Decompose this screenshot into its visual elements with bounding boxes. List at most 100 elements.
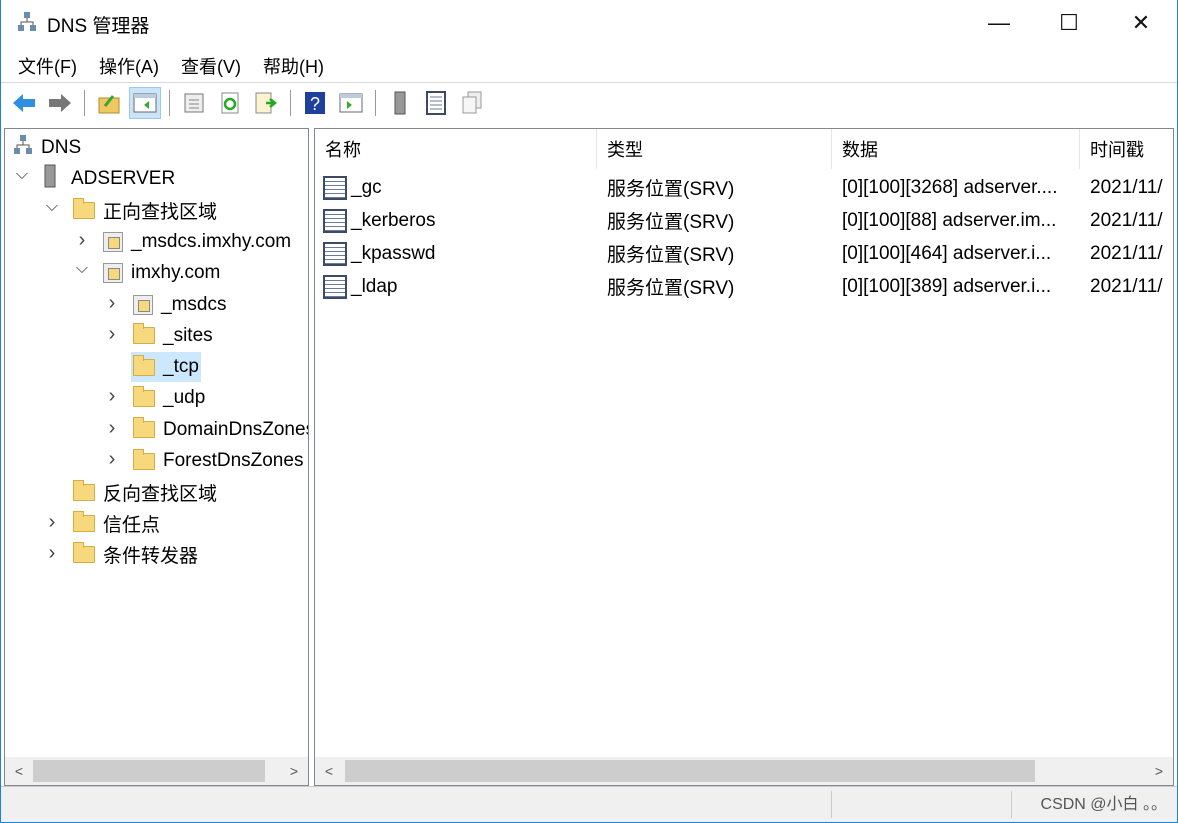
record-type: 服务位置(SRV) <box>607 237 734 270</box>
record-data: [0][100][389] adserver.i... <box>842 270 1051 303</box>
record-name-text: _gc <box>351 176 382 198</box>
tree-node-label: _tcp <box>163 356 199 378</box>
list-horizontal-scrollbar[interactable]: < > <box>315 757 1173 785</box>
back-icon[interactable] <box>8 87 40 119</box>
chevron-down-icon[interactable]: ⌵ <box>75 260 89 278</box>
chevron-right-icon[interactable]: › <box>75 229 89 252</box>
tree-node-label: DNS <box>41 137 82 158</box>
folder-icon <box>73 511 95 533</box>
chevron-right-icon[interactable]: › <box>105 385 119 408</box>
properties-icon[interactable] <box>178 87 210 119</box>
record-row[interactable]: _kpasswd 服务位置(SRV) [0][100][464] adserver.… <box>315 237 1173 270</box>
tree-node[interactable]: 信任点 <box>71 509 162 539</box>
tree-node[interactable]: DNS <box>11 133 83 163</box>
record-name: _gc <box>323 171 382 204</box>
show-hide-action-pane-icon[interactable] <box>335 87 367 119</box>
title-bar: DNS 管理器 — ☐ ✕ <box>1 0 1177 45</box>
record-data-text: [0][100][464] adserver.i... <box>842 242 1052 264</box>
chevron-right-icon[interactable]: › <box>105 323 119 346</box>
chevron-right-icon[interactable]: › <box>105 292 119 315</box>
zone-icon <box>103 231 123 252</box>
chevron-right-icon[interactable]: › <box>105 448 119 471</box>
close-button[interactable]: ✕ <box>1106 0 1176 45</box>
column-header-data[interactable]: 数据 <box>832 129 1080 169</box>
scrollbar-thumb[interactable] <box>33 760 265 782</box>
scroll-right-icon[interactable]: > <box>280 763 308 779</box>
tree-node[interactable]: _sites <box>131 321 215 351</box>
record-row[interactable]: _kerberos 服务位置(SRV) [0][100][88] adserver.… <box>315 204 1173 237</box>
chevron-right-icon[interactable]: › <box>45 511 59 534</box>
svg-text:?: ? <box>310 94 320 114</box>
scroll-right-icon[interactable]: > <box>1145 763 1173 779</box>
srv-record-icon <box>323 274 347 299</box>
tree-node[interactable]: _msdcs.imxhy.com <box>101 227 293 257</box>
record-list-icon[interactable] <box>420 87 452 119</box>
tree-node-label: ADSERVER <box>71 168 176 190</box>
zone-icon <box>103 263 123 284</box>
maximize-button[interactable]: ☐ <box>1034 0 1104 45</box>
copy-icon[interactable] <box>456 87 488 119</box>
chevron-right-icon[interactable]: › <box>105 417 119 440</box>
tree-node[interactable]: ForestDnsZones <box>131 446 305 476</box>
record-time-text: 2021/11/ <box>1090 275 1163 297</box>
scroll-left-icon[interactable]: < <box>5 763 33 779</box>
record-row[interactable]: _ldap 服务位置(SRV) [0][100][389] adserver.i..… <box>315 270 1173 303</box>
scroll-left-icon[interactable]: < <box>315 763 343 779</box>
folder-icon <box>73 198 95 220</box>
window-title: DNS 管理器 <box>47 16 150 37</box>
record-name: _kpasswd <box>323 237 436 270</box>
menu-help[interactable]: 帮助(H) <box>252 47 335 82</box>
menu-file[interactable]: 文件(F) <box>7 47 88 82</box>
record-data: [0][100][464] adserver.i... <box>842 237 1051 270</box>
record-name: _ldap <box>323 270 398 303</box>
column-header-type[interactable]: 类型 <box>597 129 832 169</box>
tree-node-label: _udp <box>163 387 206 409</box>
tree-node[interactable]: ADSERVER <box>41 164 177 194</box>
forward-icon[interactable] <box>44 87 76 119</box>
record-time-text: 2021/11/ <box>1090 176 1163 198</box>
record-name: _kerberos <box>323 204 436 237</box>
record-data: [0][100][3268] adserver.... <box>842 171 1057 204</box>
column-header-timestamp[interactable]: 时间戳 <box>1080 129 1173 169</box>
tree-node-label: ForestDnsZones <box>163 450 304 471</box>
record-type-text: 服务位置(SRV) <box>607 212 735 233</box>
tree-node-label: _msdcs <box>161 293 227 315</box>
menu-view[interactable]: 查看(V) <box>170 47 252 82</box>
tree-horizontal-scrollbar[interactable]: < > <box>5 757 308 785</box>
srv-record-icon <box>323 241 347 266</box>
chevron-down-icon[interactable]: ⌵ <box>45 198 59 216</box>
srv-record-icon <box>323 175 347 200</box>
folder-icon <box>133 354 155 376</box>
show-hide-tree-icon[interactable] <box>129 87 161 119</box>
folder-icon <box>73 542 95 564</box>
export-list-icon[interactable] <box>250 87 282 119</box>
record-data: [0][100][88] adserver.im... <box>842 204 1056 237</box>
column-header-name[interactable]: 名称 <box>315 129 597 169</box>
refresh-icon[interactable] <box>214 87 246 119</box>
record-type: 服务位置(SRV) <box>607 204 734 237</box>
tree-node[interactable]: _udp <box>131 383 207 413</box>
chevron-down-icon[interactable]: ⌵ <box>15 166 29 184</box>
record-row[interactable]: _gc 服务位置(SRV) [0][100][3268] adserver.... 2… <box>315 171 1173 204</box>
tree-node[interactable]: _msdcs <box>131 290 228 320</box>
folder-icon <box>73 479 95 501</box>
tree-node[interactable]: _tcp <box>131 352 201 383</box>
record-type-text: 服务位置(SRV) <box>607 179 735 200</box>
zone-icon <box>133 294 153 315</box>
server-icon <box>43 164 57 194</box>
scrollbar-thumb[interactable] <box>345 760 1035 782</box>
menu-action[interactable]: 操作(A) <box>88 47 170 82</box>
up-folder-icon[interactable] <box>93 87 125 119</box>
server-icon[interactable] <box>384 87 416 119</box>
tree-node-label: 条件转发器 <box>103 546 199 568</box>
record-list-pane: 名称 类型 数据 时间戳 < > _gc 服务位置(SRV) [0][100][32… <box>314 128 1174 786</box>
help-icon[interactable]: ? <box>299 87 331 119</box>
chevron-right-icon[interactable]: › <box>45 542 59 565</box>
tree-node[interactable]: imxhy.com <box>101 258 222 288</box>
tree-node[interactable]: 正向查找区域 <box>71 196 219 226</box>
minimize-button[interactable]: — <box>964 0 1034 45</box>
tree-node[interactable]: DomainDnsZones <box>131 415 308 445</box>
tree-node[interactable]: 条件转发器 <box>71 540 200 570</box>
tree-node[interactable]: 反向查找区域 <box>71 477 219 507</box>
record-time: 2021/11/ <box>1090 270 1163 303</box>
